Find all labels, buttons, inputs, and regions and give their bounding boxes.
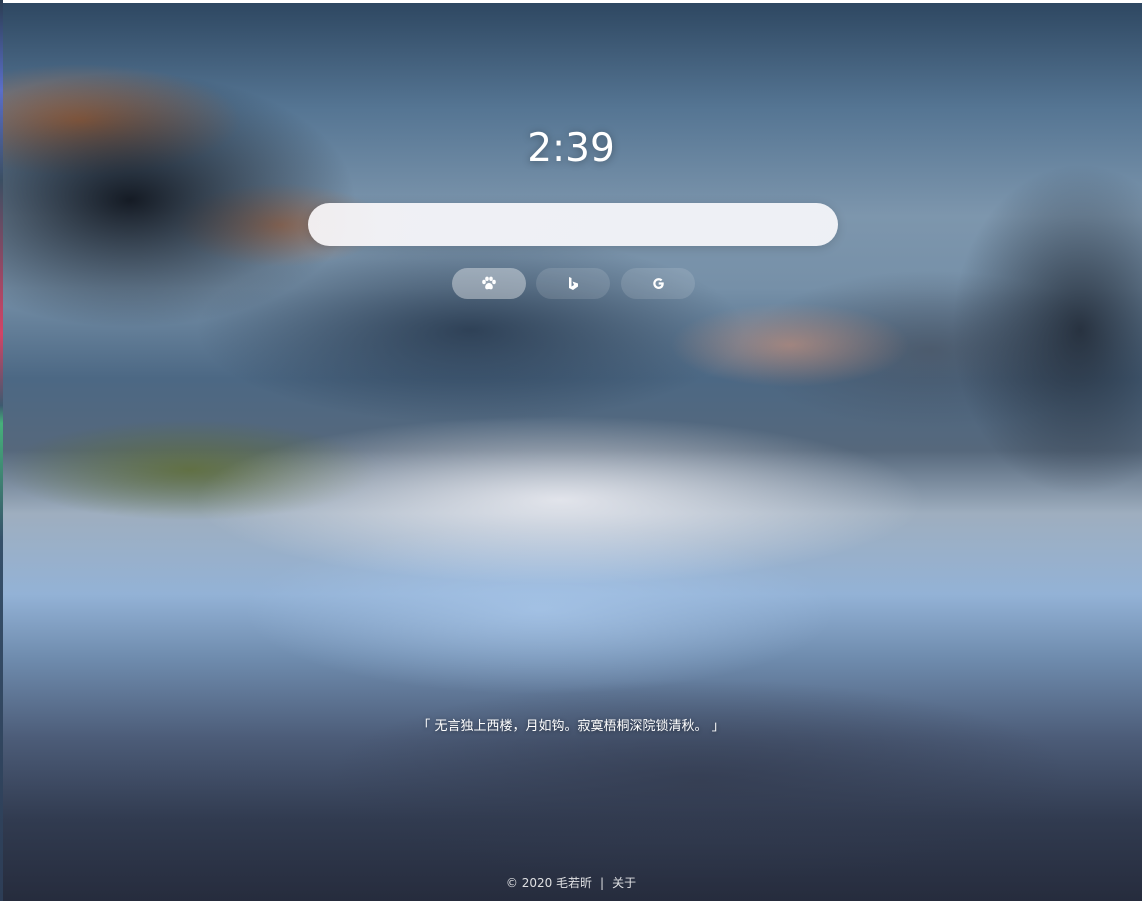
- search-engine-switcher: [452, 268, 695, 299]
- search-box[interactable]: [308, 203, 838, 246]
- bing-icon: [569, 277, 578, 290]
- paw-icon: [482, 276, 496, 290]
- footer: © 2020 毛若昕 | 关于: [0, 874, 1142, 891]
- copyright-text: © 2020 毛若昕: [505, 876, 593, 890]
- footer-separator: |: [600, 876, 605, 890]
- about-link[interactable]: 关于: [612, 876, 636, 890]
- engine-google-button[interactable]: [621, 268, 695, 299]
- top-edge: [0, 0, 1142, 3]
- clock-time: 2:39: [527, 126, 615, 171]
- google-icon: [652, 278, 664, 289]
- engine-bing-button[interactable]: [536, 268, 610, 299]
- start-page: 2:39 「 无言独上西楼，月如钩。寂寞梧桐深院锁清秋。 」 © 2020 毛若…: [0, 0, 1142, 901]
- quote-text: 「 无言独上西楼，月如钩。寂寞梧桐深院锁清秋。 」: [417, 719, 725, 734]
- search-input[interactable]: [308, 203, 838, 246]
- engine-baidu-button[interactable]: [452, 268, 526, 299]
